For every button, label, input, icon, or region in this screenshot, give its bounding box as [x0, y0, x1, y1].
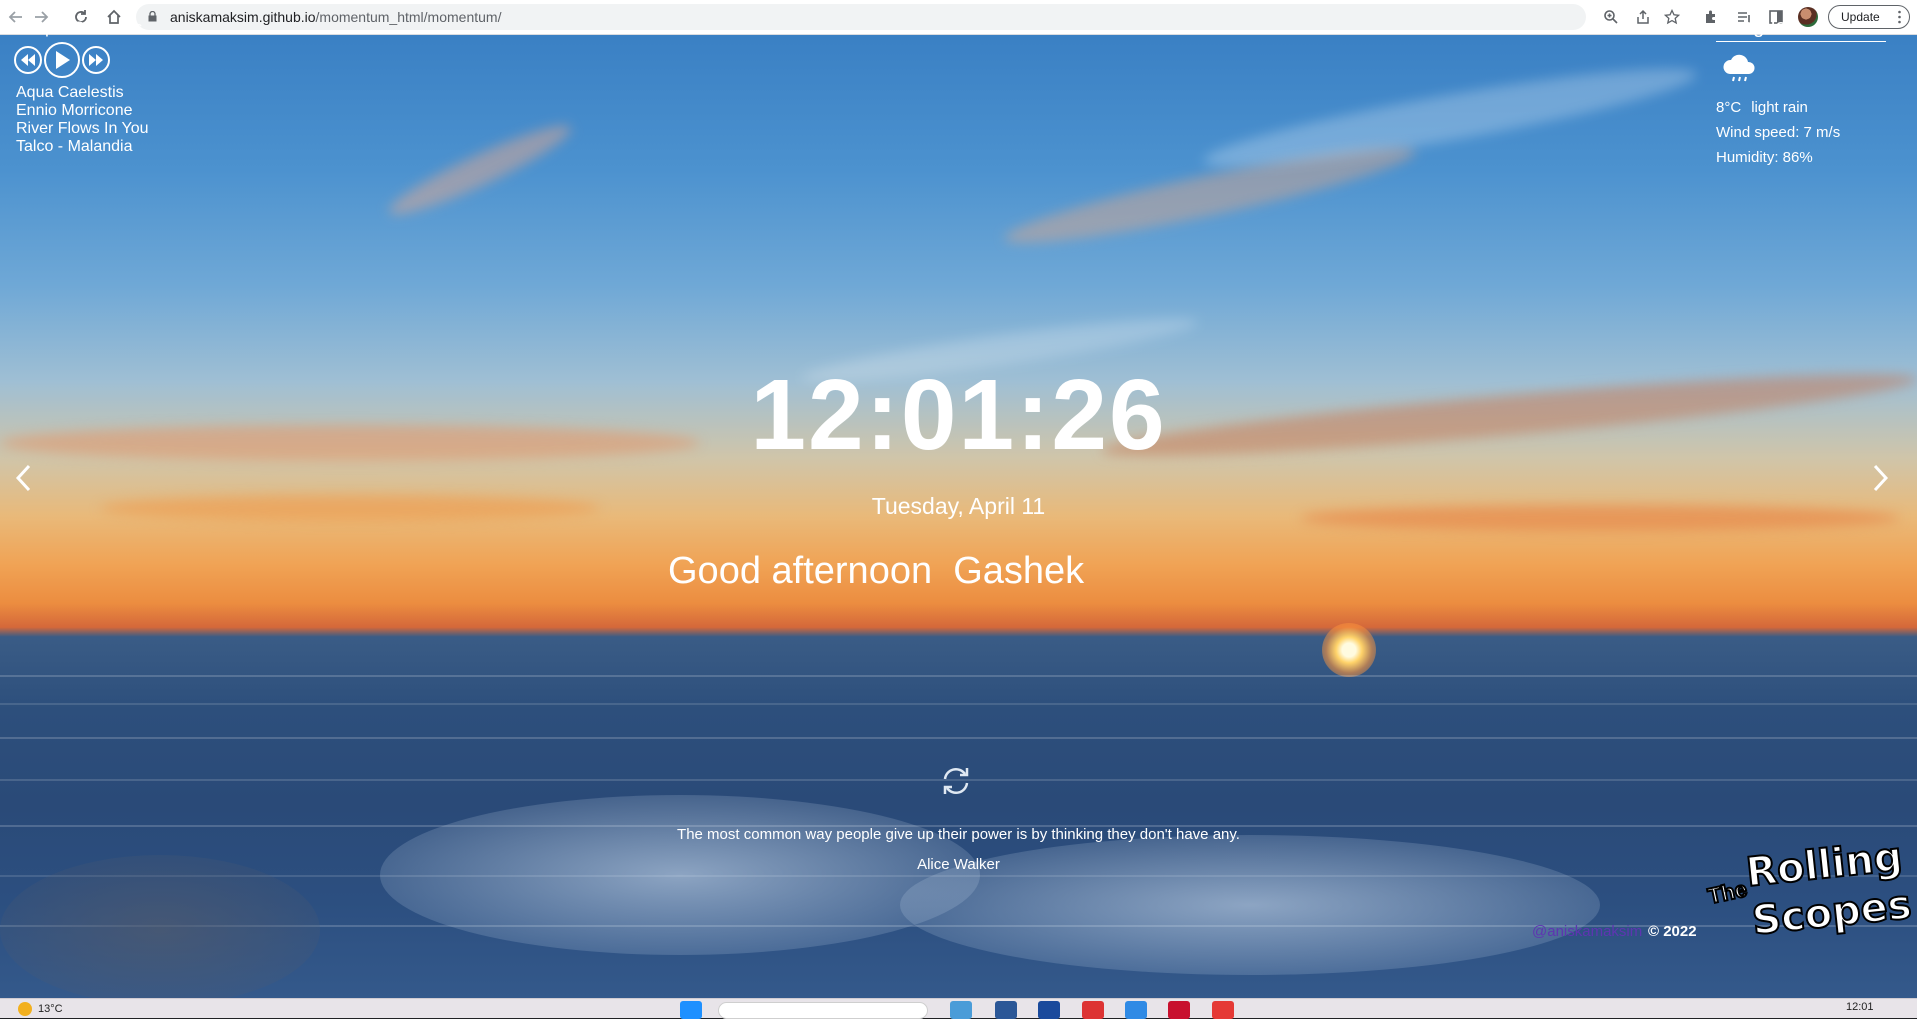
taskbar-app-icon[interactable]	[1125, 1001, 1147, 1019]
previous-track-button[interactable]	[14, 46, 42, 74]
back-icon[interactable]	[5, 6, 27, 28]
city-input[interactable]: Prague	[1716, 14, 1886, 42]
copyright-text: © 2022	[1648, 923, 1697, 940]
rewind-icon	[21, 54, 35, 66]
quote-text: The most common way people give up their…	[677, 826, 1240, 843]
play-icon	[56, 51, 70, 69]
playlist-item[interactable]: Ennio Morricone	[16, 102, 149, 120]
taskbar-app-icon[interactable]	[1168, 1001, 1190, 1019]
playlist-item[interactable]: Talco - Malandia	[16, 138, 149, 156]
slide-prev-button[interactable]	[12, 463, 36, 493]
humidity: Humidity: 86%	[1716, 149, 1813, 166]
temperature: 8°C	[1716, 99, 1742, 116]
zoom-icon[interactable]	[1600, 6, 1622, 28]
address-bar[interactable]: aniskamaksim.github.io/momentum_html/mom…	[136, 4, 1586, 30]
taskbar-app-icon[interactable]	[995, 1001, 1017, 1019]
taskbar-app-icon[interactable]	[1082, 1001, 1104, 1019]
taskbar-search[interactable]	[718, 1002, 928, 1019]
rolling-scopes-logo[interactable]: The Rolling Scopes	[1700, 833, 1915, 948]
os-taskbar: 13°C 12:01	[0, 998, 1917, 1019]
greeting-block: Good afternoon Gashek	[668, 550, 1084, 593]
taskbar-clock[interactable]: 12:01	[1846, 1001, 1874, 1013]
chevron-right-icon	[1873, 464, 1889, 492]
change-quote-refresh-icon[interactable]	[938, 763, 974, 799]
playlist: Aqua Caelestis Ennio Morricone River Flo…	[16, 84, 149, 156]
sun	[1322, 623, 1376, 677]
rain-cloud-icon	[1723, 54, 1755, 82]
taskbar-app-icon[interactable]	[1038, 1001, 1060, 1019]
clock-time: 12:01:26	[750, 359, 1167, 471]
bookmark-star-icon[interactable]	[1661, 6, 1683, 28]
fast-forward-icon	[89, 54, 103, 66]
name-input[interactable]: Gashek	[953, 550, 1084, 592]
weather-widget: Prague 8°C light rain Wind speed: 7 m/s H…	[1716, 14, 1886, 166]
play-button[interactable]	[44, 42, 80, 78]
weather-description: light rain	[1751, 99, 1808, 116]
chevron-left-icon	[15, 464, 31, 492]
logo-word: The	[1705, 875, 1750, 910]
weather-temp-line: 8°C light rain	[1716, 99, 1886, 116]
taskbar-weather[interactable]: 13°C	[18, 1002, 63, 1016]
more-menu-icon[interactable]	[1898, 10, 1901, 24]
github-link[interactable]: @aniskamaksim	[1532, 923, 1642, 940]
taskbar-app-icon[interactable]	[1212, 1001, 1234, 1019]
start-menu-icon[interactable]	[680, 1001, 702, 1019]
browser-toolbar: aniskamaksim.github.io/momentum_html/mom…	[0, 0, 1917, 35]
next-track-button[interactable]	[82, 46, 110, 74]
slide-next-button[interactable]	[1868, 463, 1892, 493]
quote-author: Alice Walker	[917, 856, 1000, 873]
playlist-item[interactable]: Aqua Caelestis	[16, 84, 149, 102]
taskbar-app-icon[interactable]	[950, 1001, 972, 1019]
lock-icon	[148, 11, 157, 22]
url-text: aniskamaksim.github.io/momentum_html/mom…	[170, 9, 502, 25]
taskbar-temperature: 13°C	[38, 1003, 63, 1015]
player-track-title: Aqua Caelestis	[28, 18, 143, 37]
player-controls	[14, 40, 110, 80]
playlist-item[interactable]: River Flows In You	[16, 120, 149, 138]
greeting-text: Good afternoon	[668, 550, 933, 592]
sun-icon	[18, 1002, 32, 1016]
wind-speed: Wind speed: 7 m/s	[1716, 124, 1841, 141]
date-text: Tuesday, April 11	[871, 493, 1046, 519]
share-icon[interactable]	[1632, 6, 1654, 28]
